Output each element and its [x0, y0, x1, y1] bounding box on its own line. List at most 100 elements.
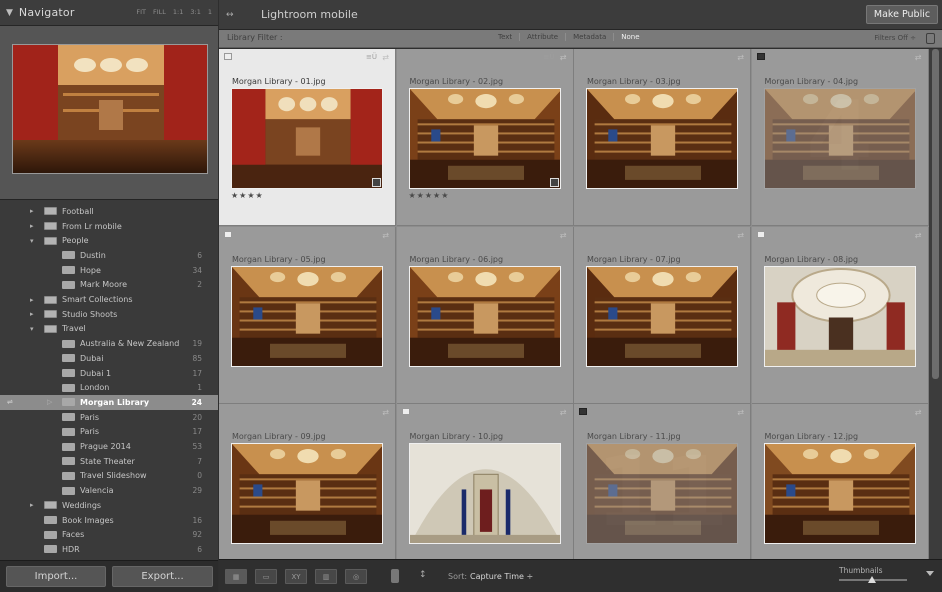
- photo-thumbnail[interactable]: [408, 265, 561, 367]
- collection-row[interactable]: Travel Slideshow 0: [0, 469, 218, 484]
- rotate-icon[interactable]: ⇄: [560, 408, 567, 417]
- photo-thumbnail[interactable]: [408, 443, 561, 544]
- toolbar-menu-chevron-icon[interactable]: [926, 571, 934, 576]
- disclosure-triangle-icon[interactable]: ▸: [30, 222, 34, 230]
- collection-row[interactable]: ▸ Smart Collections: [0, 292, 218, 307]
- collection-row[interactable]: Book Images 16: [0, 513, 218, 528]
- make-public-button[interactable]: Make Public: [866, 5, 938, 24]
- rotate-icon[interactable]: ⇄: [560, 231, 567, 240]
- grid-cell[interactable]: 10⇄Morgan Library - 10.jpg: [396, 404, 574, 581]
- collection-row[interactable]: ▸ Weddings: [0, 498, 218, 513]
- navigator-preview-image[interactable]: [12, 44, 208, 174]
- scrollbar-thumb[interactable]: [932, 49, 939, 379]
- loupe-view-icon[interactable]: ▭: [255, 569, 277, 584]
- sort-dropdown[interactable]: Capture Time ÷: [470, 572, 533, 581]
- rotate-icon[interactable]: ⇄: [382, 231, 389, 240]
- photo-thumbnail[interactable]: [231, 443, 383, 544]
- grid-cell[interactable]: 9⇄Morgan Library - 09.jpg: [219, 404, 396, 581]
- grid-cell[interactable]: 11⇄Morgan Library - 11.jpg: [574, 404, 751, 581]
- collection-row[interactable]: State Theater 7: [0, 454, 218, 469]
- collection-row[interactable]: Dustin 6: [0, 248, 218, 263]
- collection-row[interactable]: Valencia 29: [0, 483, 218, 498]
- grid-cell[interactable]: 12⇄Morgan Library - 12.jpg: [751, 404, 929, 581]
- photo-thumbnail[interactable]: [586, 265, 738, 367]
- rotate-icon[interactable]: ⇄: [737, 408, 744, 417]
- grid-cell[interactable]: 7⇄Morgan Library - 07.jpg: [574, 226, 751, 404]
- collection-row[interactable]: Prague 2014 53: [0, 439, 218, 454]
- rotate-icon[interactable]: ⇄: [915, 231, 922, 240]
- zoom-more[interactable]: 1: [208, 8, 212, 16]
- filters-off-dropdown[interactable]: Filters Off ÷: [874, 34, 916, 42]
- spray-can-icon[interactable]: [391, 569, 399, 583]
- rotate-icon[interactable]: ⇄: [737, 231, 744, 240]
- collection-row[interactable]: ▸ Football: [0, 204, 218, 219]
- disclosure-triangle-icon[interactable]: ▸: [30, 207, 34, 215]
- photo-thumbnail[interactable]: [763, 265, 916, 367]
- collection-row[interactable]: HDR 6: [0, 542, 218, 557]
- grid-cell[interactable]: 3⇄Morgan Library - 03.jpg: [574, 49, 751, 226]
- pick-flag-icon[interactable]: [224, 230, 232, 238]
- zoom-3-1[interactable]: 3:1: [190, 8, 200, 16]
- pick-flag-icon[interactable]: [756, 230, 765, 238]
- collection-row[interactable]: Dubai 85: [0, 351, 218, 366]
- disclosure-triangle-icon[interactable]: ▾: [30, 237, 34, 245]
- grid-cell[interactable]: 4⇄Morgan Library - 04.jpg: [751, 49, 929, 226]
- people-view-icon[interactable]: ◎: [345, 569, 367, 584]
- disclosure-triangle-icon[interactable]: ▷: [47, 398, 52, 406]
- filter-metadata[interactable]: Metadata: [566, 33, 615, 41]
- collection-row[interactable]: Australia & New Zealand 19: [0, 336, 218, 351]
- zoom-fill[interactable]: FILL: [153, 8, 166, 16]
- grid-cell[interactable]: 2≡Ü⇄Morgan Library - 02.jpg★★★★★: [396, 49, 574, 226]
- collection-row[interactable]: ▾ People: [0, 233, 218, 248]
- photo-thumbnail[interactable]: [763, 443, 916, 544]
- rotate-icon[interactable]: ⇄: [560, 53, 567, 62]
- grid-cell[interactable]: 8⇄Morgan Library - 08.jpg: [751, 226, 929, 404]
- photo-thumbnail[interactable]: [763, 88, 916, 189]
- survey-view-icon[interactable]: ▥: [315, 569, 337, 584]
- thumbnail-size-knob[interactable]: [867, 576, 876, 583]
- back-arrow-icon[interactable]: ↔: [226, 10, 234, 20]
- disclosure-triangle-icon[interactable]: ▾: [30, 325, 34, 333]
- pick-flag-icon[interactable]: [756, 53, 765, 60]
- compare-view-icon[interactable]: XY: [285, 569, 307, 584]
- photo-thumbnail[interactable]: [231, 88, 383, 189]
- pick-flag-icon[interactable]: [579, 408, 587, 415]
- export-button[interactable]: Export...: [112, 566, 213, 587]
- disclosure-triangle-icon[interactable]: ▸: [30, 296, 34, 304]
- collection-row[interactable]: Faces 92: [0, 527, 218, 542]
- filter-none[interactable]: None: [614, 33, 646, 41]
- collection-row[interactable]: Paris 17: [0, 425, 218, 440]
- collection-row[interactable]: Dubai 1 17: [0, 366, 218, 381]
- import-button[interactable]: Import...: [6, 566, 106, 587]
- pick-flag-icon[interactable]: [224, 53, 232, 60]
- rotate-icon[interactable]: ⇄: [382, 53, 389, 62]
- collection-row[interactable]: ▾ Travel: [0, 322, 218, 337]
- star-rating[interactable]: ★★★★★: [409, 191, 450, 200]
- grid-cell[interactable]: 5⇄Morgan Library - 05.jpg: [219, 226, 396, 404]
- grid-cell[interactable]: 1≡Ü⇄Morgan Library - 01.jpg★★★★: [219, 49, 396, 226]
- collection-row[interactable]: ⇌ ▷ Morgan Library 24: [0, 395, 218, 410]
- rotate-icon[interactable]: ⇄: [737, 53, 744, 62]
- disclosure-triangle-icon[interactable]: ▸: [30, 310, 34, 318]
- pick-flag-icon[interactable]: [401, 408, 410, 415]
- collection-row[interactable]: ▸ From Lr mobile: [0, 219, 218, 234]
- grid-cell[interactable]: 6⇄Morgan Library - 06.jpg: [396, 226, 574, 404]
- collection-row[interactable]: ▸ Studio Shoots: [0, 307, 218, 322]
- filter-attribute[interactable]: Attribute: [520, 33, 567, 41]
- zoom-1-1[interactable]: 1:1: [173, 8, 183, 16]
- grid-scrollbar[interactable]: [929, 49, 942, 559]
- photo-thumbnail[interactable]: [231, 265, 383, 367]
- sort-direction-icon[interactable]: ↕: [419, 570, 427, 580]
- filter-text[interactable]: Text: [491, 33, 521, 41]
- disclosure-triangle-icon[interactable]: ▸: [30, 501, 34, 509]
- lock-icon[interactable]: [926, 33, 935, 44]
- navigator-header[interactable]: ▼ Navigator FIT FILL 1:1 3:1 1: [0, 0, 218, 26]
- rotate-icon[interactable]: ⇄: [915, 53, 922, 62]
- collection-row[interactable]: London 1: [0, 380, 218, 395]
- rotate-icon[interactable]: ⇄: [915, 408, 922, 417]
- collection-row[interactable]: Hope 34: [0, 263, 218, 278]
- photo-thumbnail[interactable]: [408, 88, 561, 189]
- photo-thumbnail[interactable]: [586, 443, 738, 544]
- rotate-icon[interactable]: ⇄: [382, 408, 389, 417]
- collection-row[interactable]: Paris 20: [0, 410, 218, 425]
